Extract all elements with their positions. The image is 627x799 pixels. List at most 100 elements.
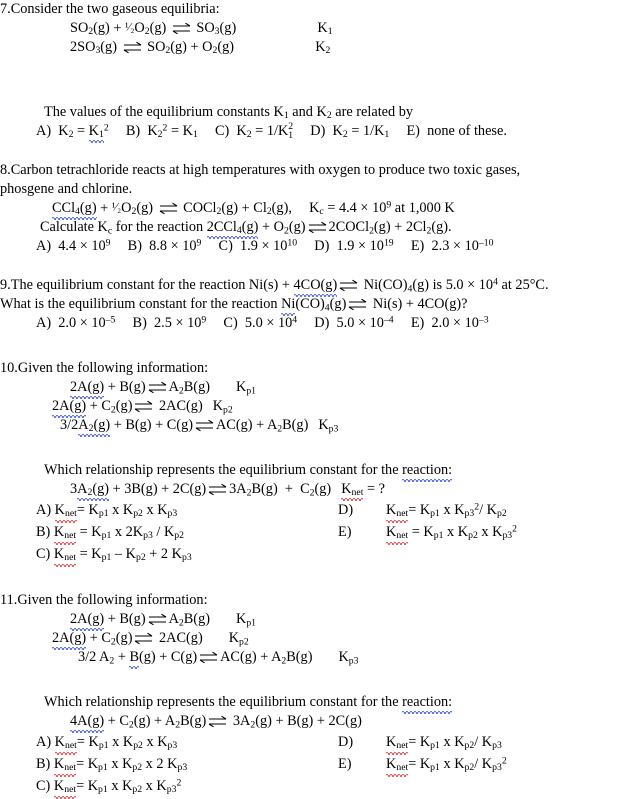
- q10-b-knet-spellcheck: Knet: [53, 521, 77, 545]
- q11-g2-c-state: (g): [115, 630, 133, 647]
- q8-choice-d[interactable]: D) 1.9 × 1019: [314, 238, 393, 254]
- q8-choice-b[interactable]: B) 8.8 × 109: [128, 238, 202, 254]
- q11-g2-right: 2AC(g): [159, 630, 203, 647]
- question-9: 9.The equilibrium constant for the react…: [0, 276, 627, 333]
- q11-c-t2-sub: p2: [132, 784, 143, 796]
- q10-choice-c[interactable]: C) Knet = Kp1 – Kp2 + 2 Kp3: [36, 543, 192, 567]
- q11-b-k: K: [53, 756, 65, 772]
- q10-t-knet-sub: net: [351, 487, 364, 499]
- q10-choice-d[interactable]: D) Knet= Kp1 x Kp32/ Kp2: [338, 499, 507, 523]
- q10-choice-a[interactable]: A) Knet= Kp1 x Kp2 x Kp3: [36, 499, 177, 523]
- q7-choice-e[interactable]: E) none of these.: [406, 123, 506, 139]
- q8-a-exp: 9: [105, 237, 111, 249]
- q11-choice-b[interactable]: B) Knet= Kp1 x Kp2 x 2 Kp3: [36, 753, 188, 777]
- q11-choice-e[interactable]: E) Knet= Kp1 x Kp2/ Kp32: [338, 753, 507, 777]
- q7-r1-product: SO3(g): [196, 20, 236, 36]
- q7-spacer-2: [0, 83, 627, 103]
- q10-choice-e[interactable]: E) Knet = Kp1 x Kp2 x Kp32: [338, 521, 517, 545]
- q10-t-c: C: [300, 481, 310, 498]
- q11-stem-text: Given the following information:: [17, 592, 208, 608]
- q11-b-eq: = K: [76, 756, 99, 772]
- equilibrium-arrow-icon: [339, 276, 358, 292]
- q7-d-rhs-sub: 1: [384, 129, 390, 141]
- q11-c-t1-sub: p1: [98, 784, 108, 796]
- q11-given-3: 3/2 A2 + B(g) + C(g) AC(g) + A2B(g) Kp3: [0, 648, 627, 670]
- q11-given-1: 2A(g) + B(g) A2B(g) Kp1: [0, 610, 627, 632]
- q11-g1-2a-spellcheck: 2A(g): [70, 610, 105, 632]
- q8-choice-a[interactable]: A) 4.4 × 109: [36, 238, 111, 254]
- q7-prompt-b: and K: [288, 104, 327, 120]
- q11-d-k-sub: net: [396, 740, 409, 752]
- q10-g1-k: K: [235, 379, 247, 396]
- q11-b-t3-sub: p3: [177, 762, 188, 774]
- q10-e-t1-sub: p1: [433, 530, 444, 542]
- q11-e-t2-sub: p2: [464, 762, 475, 774]
- q11-choice-c[interactable]: C) Knet= Kp1 x Kp2 x Kp32: [36, 775, 181, 799]
- q10-a-eq: = K: [76, 502, 99, 518]
- q11-a-k-sub: net: [65, 740, 77, 752]
- q7-choice-a[interactable]: A) K2 = K12: [36, 123, 109, 144]
- q8-a-mantissa: 4.4: [58, 238, 77, 254]
- q11-a-t2-sub: p2: [133, 740, 143, 752]
- q10-c-eq: = K: [79, 546, 102, 562]
- q8-c-label: C): [218, 238, 233, 254]
- q9-c-label: C): [223, 315, 238, 331]
- q9-choice-d[interactable]: D) 5.0 × 10–4: [314, 315, 393, 331]
- q10-choice-b[interactable]: B) Knet = Kp1 x 2Kp3 / Kp2: [36, 521, 184, 545]
- q8-choice-c[interactable]: C) 1.9 × 1010: [219, 238, 298, 254]
- q11-g1-2a-state: (g): [87, 611, 105, 628]
- q9-choice-c[interactable]: C) 5.0 × 104: [223, 315, 297, 331]
- q11-stem-line: 11.Given the following information:: [0, 591, 627, 610]
- q10-stem-text: Given the following information:: [17, 360, 209, 376]
- q7-choice-c[interactable]: C) K2 = 1/K 2 1: [215, 122, 293, 141]
- equilibrium-arrow-icon: [199, 648, 218, 664]
- q8-e-exp: –10: [478, 237, 494, 249]
- question-11: 11.Given the following information: 2A(g…: [0, 591, 627, 799]
- q10-t-right-rest: B(g): [251, 481, 278, 498]
- q9-a-exp: –5: [105, 314, 116, 326]
- equilibrium-arrow-icon: [308, 218, 327, 234]
- q7-r2-so2-state: (g): [170, 39, 187, 56]
- q7-c-eq: =: [255, 123, 264, 140]
- q11-d-eq: = K: [408, 734, 431, 750]
- q9-choice-e[interactable]: E) 2.0 × 10–3: [411, 315, 489, 331]
- q11-given-2: 2A(g) + C2(g) 2AC(g) Kp2: [0, 629, 627, 651]
- q11-a-knet-spellcheck: Knet: [54, 731, 78, 755]
- q10-stem-line: 10.Given the following information:: [0, 359, 627, 378]
- q11-e-t3-sup: 2: [501, 755, 507, 767]
- q7-reaction-2: 2SO3(g) SO2(g) + O2(g) K2: [0, 38, 627, 57]
- q10-t-plus: +: [284, 481, 293, 498]
- q10-choice-row-1: A) Knet= Kp1 x Kp2 x Kp3 D) Knet= Kp1 x K…: [0, 499, 627, 523]
- q11-choice-d[interactable]: D) Knet= Kp1 x Kp2/ Kp3: [338, 731, 502, 755]
- q8-b-mantissa: 8.8: [149, 238, 167, 254]
- q8-o: O: [121, 200, 132, 217]
- q11-c-x2: x K: [142, 778, 167, 794]
- q7-d-k: K: [332, 123, 343, 140]
- q11-choice-a[interactable]: A) Knet= Kp1 x Kp2 x Kp3: [36, 731, 177, 755]
- q7-choice-d[interactable]: D) K2 = 1/K1: [310, 123, 389, 139]
- q11-a-k: K: [54, 734, 65, 750]
- q9-choice-a[interactable]: A) 2.0 × 10–5: [36, 315, 115, 331]
- q8-choice-e[interactable]: E) 2.3 × 10–10: [411, 238, 494, 254]
- q8-e-times: ×: [452, 238, 461, 254]
- equilibrium-arrow-icon: [148, 378, 167, 394]
- q7-r1-constant: K1: [317, 20, 332, 36]
- q9-line-1: 9.The equilibrium constant for the react…: [0, 276, 627, 298]
- q10-e-eq: = K: [411, 524, 434, 540]
- q11-d-x2: / K: [474, 734, 493, 750]
- q7-choice-b[interactable]: B) K22 = K1: [125, 123, 198, 140]
- q7-r2-o2-state: (g): [217, 39, 235, 56]
- question-7: 7.Consider the two gaseous equilibria: S…: [0, 0, 627, 144]
- q8-calc-p1-state: (g): [373, 219, 391, 236]
- q8-calc-p2-coef: 2: [405, 219, 413, 236]
- q10-t-question: = ?: [366, 481, 385, 498]
- q11-g3-b-spellcheck: B: [129, 648, 139, 670]
- q9-e-label: E): [410, 315, 425, 331]
- q7-r2-constant: K2: [315, 39, 330, 55]
- q8-e-label: E): [410, 238, 425, 254]
- q10-b-k-sub: net: [64, 530, 77, 542]
- q9-d-times: ×: [357, 315, 367, 331]
- q7-choice-b-label: B): [125, 123, 141, 140]
- q9-choice-b[interactable]: B) 2.5 × 109: [133, 315, 207, 331]
- q8-stem-text-2: phosgene and chlorine.: [0, 181, 133, 197]
